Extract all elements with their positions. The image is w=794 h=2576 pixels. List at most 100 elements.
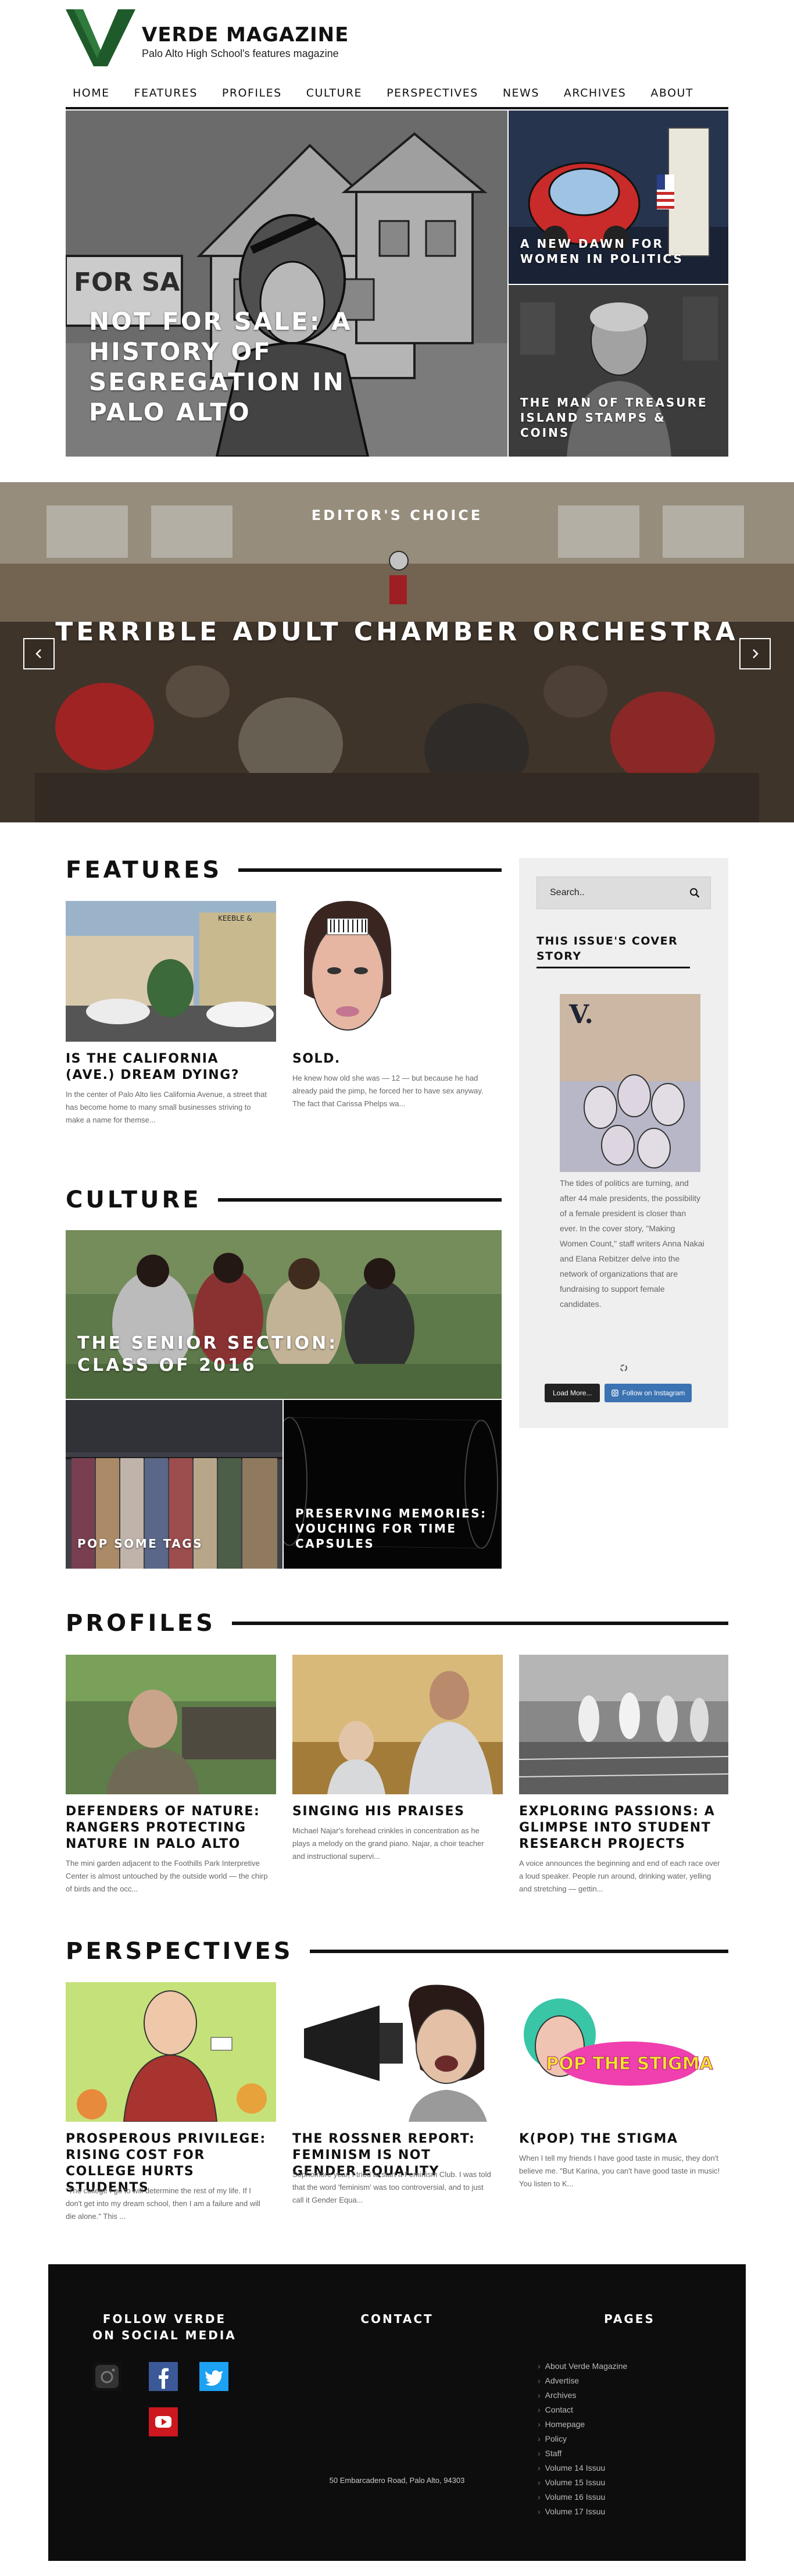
profile-card-title[interactable]: SINGING HIS PRAISES: [292, 1804, 496, 1820]
culture-tile-title[interactable]: POP SOME TAGS: [77, 1536, 269, 1551]
hero-side-title-1[interactable]: A NEW DAWN FOR WOMEN IN POLITICS: [520, 236, 712, 266]
footer-page-link[interactable]: Volume 14 Issuu: [538, 2461, 627, 2475]
footer-page-link[interactable]: Archives: [538, 2388, 627, 2403]
footer-page-link[interactable]: Policy: [538, 2432, 627, 2446]
california-ave-photo: KEEBLE &: [66, 901, 276, 1042]
perspective-card-3[interactable]: POP THE STIGMA K(POP) THE STIGMA When I …: [519, 1982, 729, 2226]
nav-features[interactable]: FEATURES: [134, 87, 198, 99]
pages-list: About Verde Magazine Advertise Archives …: [538, 2359, 628, 2519]
search-placeholder: Search..: [550, 888, 585, 897]
college-cost-illustration: [66, 1982, 276, 2122]
perspectives-heading: PERSPECTIVES: [66, 1935, 728, 1968]
site-header: VERDE MAGAZINE Palo Alto High School's f…: [66, 9, 728, 67]
twitter-icon: [201, 2363, 227, 2390]
perspectives-heading-text[interactable]: PERSPECTIVES: [66, 1938, 294, 1965]
search-icon[interactable]: [689, 888, 700, 898]
search-input[interactable]: Search..: [537, 877, 711, 909]
profile-card-excerpt: Michael Najar's forehead crinkles in con…: [292, 1826, 484, 1861]
slider-prev-button[interactable]: [23, 638, 55, 669]
perspective-card-excerpt: Sophomore year, I tried to start a Femin…: [292, 2170, 491, 2204]
profile-card-title[interactable]: DEFENDERS OF NATURE: RANGERS PROTECTING …: [66, 1804, 263, 1852]
nav-archives[interactable]: ARCHIVES: [564, 87, 626, 99]
profiles-heading-text[interactable]: PROFILES: [66, 1610, 216, 1637]
slider-story-title[interactable]: TERRIBLE ADULT CHAMBER ORCHESTRA: [0, 617, 794, 647]
pages-heading: PAGES: [604, 2312, 655, 2326]
contact-address: 50 Embarcadero Road, Palo Alto, 94303: [329, 2476, 465, 2485]
hero-side-story-1[interactable]: A NEW DAWN FOR WOMEN IN POLITICS: [509, 111, 728, 284]
perspective-card-title[interactable]: K(POP) THE STIGMA: [519, 2131, 723, 2147]
footer-page-link[interactable]: Volume 15 Issuu: [538, 2475, 627, 2490]
cover-story-heading: THIS ISSUE'S COVER STORY: [537, 935, 678, 963]
brand-title[interactable]: VERDE MAGAZINE: [142, 23, 349, 47]
sold-illustration: [292, 901, 403, 1042]
perspective-card-excerpt: When I tell my friends I have good taste…: [519, 2154, 720, 2188]
footer-page-link[interactable]: Staff: [538, 2446, 627, 2461]
cover-letter: V.: [568, 1000, 593, 1029]
perspective-card-2[interactable]: THE ROSSNER REPORT: FEMINISM IS NOT GEND…: [292, 1982, 503, 2226]
culture-tile-title[interactable]: THE SENIOR SECTION: CLASS OF 2016: [77, 1332, 403, 1377]
page: VERDE MAGAZINE Palo Alto High School's f…: [0, 0, 794, 2576]
feature-card-title[interactable]: IS THE CALIFORNIA (AVE.) DREAM DYING?: [66, 1051, 269, 1084]
nav-news[interactable]: NEWS: [503, 87, 539, 99]
footer-page-link[interactable]: Volume 17 Issuu: [538, 2504, 627, 2519]
footer-page-link[interactable]: Homepage: [538, 2417, 627, 2432]
nav-home[interactable]: HOME: [73, 87, 110, 99]
feature-card-1[interactable]: KEEBLE & IS THE CALIFORNIA (AVE.) DREAM …: [66, 901, 276, 1134]
youtube-icon: [150, 2408, 177, 2435]
twitter-link[interactable]: [199, 2362, 228, 2391]
brand-subtitle: Palo Alto High School's features magazin…: [142, 48, 339, 59]
culture-tile-1[interactable]: THE SENIOR SECTION: CLASS OF 2016: [66, 1230, 502, 1399]
choir-teacher-photo: [292, 1655, 503, 1794]
kpop-illustration: POP THE STIGMA: [519, 1982, 729, 2122]
profile-card-excerpt: The mini garden adjacent to the Foothill…: [66, 1859, 268, 1893]
facebook-icon: [150, 2363, 177, 2390]
hero-main-story[interactable]: FOR SA NOT FOR SALE: A HISTORY OF SEGREG…: [66, 111, 507, 457]
instagram-icon: [95, 2365, 119, 2388]
profile-card-1[interactable]: DEFENDERS OF NATURE: RANGERS PROTECTING …: [66, 1655, 276, 1899]
follow-instagram-button[interactable]: Follow on Instagram: [605, 1384, 692, 1402]
youtube-link[interactable]: [149, 2407, 178, 2436]
nav-profiles[interactable]: PROFILES: [222, 87, 282, 99]
profile-card-excerpt: A voice announces the beginning and end …: [519, 1859, 720, 1893]
instagram-icon: [611, 1389, 619, 1396]
hero-side-title-2[interactable]: THE MAN OF TREASURE ISLAND STAMPS & COIN…: [520, 395, 712, 440]
culture-heading-text[interactable]: CULTURE: [66, 1187, 202, 1213]
verde-logo[interactable]: [66, 9, 135, 66]
instagram-link[interactable]: [92, 2362, 121, 2391]
hero-side-story-2[interactable]: THE MAN OF TREASURE ISLAND STAMPS & COIN…: [509, 285, 728, 457]
profile-card-3[interactable]: EXPLORING PASSIONS: A GLIMPSE INTO STUDE…: [519, 1655, 729, 1899]
feature-card-title[interactable]: SOLD.: [292, 1051, 496, 1067]
cover-image[interactable]: V.: [560, 994, 700, 1172]
culture-tile-2[interactable]: POP SOME TAGS: [66, 1400, 282, 1569]
facebook-link[interactable]: [149, 2362, 178, 2391]
follow-instagram-label: Follow on Instagram: [622, 1389, 685, 1397]
features-heading-text[interactable]: FEATURES: [66, 857, 222, 883]
chevron-right-icon: [753, 649, 759, 658]
culture-tile-3[interactable]: PRESERVING MEMORIES: VOUCHING FOR TIME C…: [284, 1400, 502, 1569]
culture-heading: CULTURE: [66, 1184, 502, 1216]
megaphone-illustration: [292, 1982, 503, 2122]
nav-perspectives[interactable]: PERSPECTIVES: [387, 87, 478, 99]
svg-text:KEEBLE &: KEEBLE &: [218, 914, 252, 922]
perspective-card-1[interactable]: PROSPEROUS PRIVILEGE: RISING COST FOR CO…: [66, 1982, 276, 2226]
feature-card-excerpt: In the center of Palo Alto lies Californ…: [66, 1090, 267, 1124]
culture-tile-title[interactable]: PRESERVING MEMORIES: VOUCHING FOR TIME C…: [295, 1506, 487, 1551]
profile-card-2[interactable]: SINGING HIS PRAISES Michael Najar's fore…: [292, 1655, 503, 1899]
feature-card-excerpt: He knew how old she was — 12 — but becau…: [292, 1074, 484, 1108]
sidebar: Search.. THIS ISSUE'S COVER STORY V. The…: [519, 858, 728, 1428]
footer-page-link[interactable]: Advertise: [538, 2374, 627, 2388]
nav-culture[interactable]: CULTURE: [306, 87, 362, 99]
nav-about[interactable]: ABOUT: [650, 87, 693, 99]
footer-page-link[interactable]: Contact: [538, 2403, 627, 2417]
footer-page-link[interactable]: About Verde Magazine: [538, 2359, 628, 2374]
slider-next-button[interactable]: [739, 638, 771, 669]
load-more-button[interactable]: Load More...: [545, 1384, 600, 1402]
footer-page-link[interactable]: Volume 16 Issuu: [538, 2490, 627, 2504]
editors-choice-slider[interactable]: EDITOR'S CHOICE TERRIBLE ADULT CHAMBER O…: [0, 482, 794, 822]
feature-card-2[interactable]: SOLD. He knew how old she was — 12 — but…: [292, 901, 503, 1134]
perspective-card-excerpt: "The college I go to will determine the …: [66, 2186, 260, 2221]
instagram-actions: Load More... Follow on Instagram: [545, 1384, 692, 1402]
profile-card-title[interactable]: EXPLORING PASSIONS: A GLIMPSE INTO STUDE…: [519, 1804, 717, 1852]
hero-main-title[interactable]: NOT FOR SALE: A HISTORY OF SEGREGATION I…: [89, 307, 414, 427]
contact-heading: CONTACT: [360, 2312, 434, 2326]
